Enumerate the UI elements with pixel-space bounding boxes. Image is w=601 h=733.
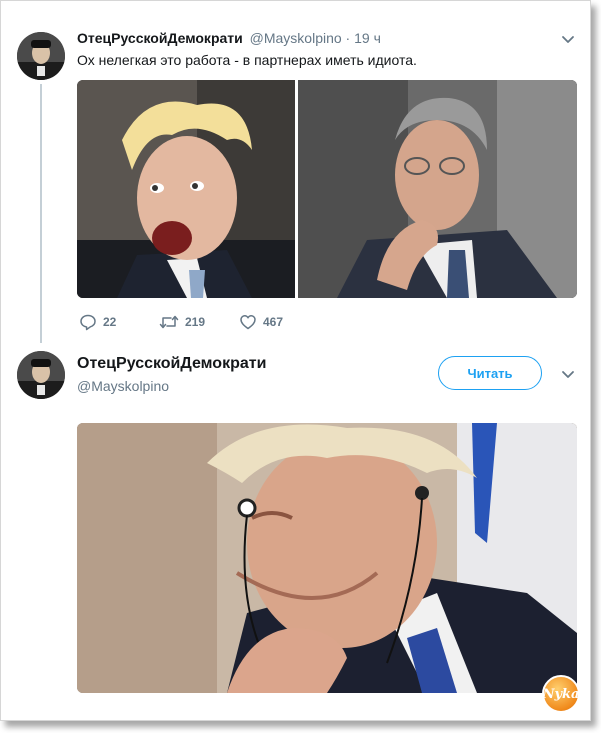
avatar-image	[17, 351, 65, 399]
tweet-header: ОтецРусскойДемократи @Mayskolpino · 19 ч	[77, 30, 381, 46]
retweet-action[interactable]: 219	[159, 313, 205, 331]
avatar[interactable]	[17, 32, 65, 80]
retweet-icon	[159, 315, 179, 329]
tweet-text: Ох нелегкая это работа - в партнерах име…	[77, 52, 417, 68]
thread-line	[40, 84, 42, 343]
tweet-photo	[77, 423, 577, 693]
follow-button[interactable]: Читать	[438, 356, 542, 390]
like-action[interactable]: 467	[239, 313, 283, 331]
retweet-count: 219	[185, 315, 206, 329]
tweet-media[interactable]	[77, 80, 577, 298]
like-icon	[240, 315, 256, 330]
tweet-card: ОтецРусскойДемократи @Mayskolpino · 19 ч…	[0, 0, 591, 721]
display-name[interactable]: ОтецРусскойДемократи	[77, 355, 266, 373]
reply-icon	[80, 314, 96, 331]
tweet-media[interactable]	[77, 423, 577, 693]
reply-action[interactable]: 22	[79, 313, 116, 331]
avatar[interactable]	[17, 351, 65, 399]
tweet-photos	[77, 80, 577, 298]
handle[interactable]: @Mayskolpino	[77, 378, 169, 394]
avatar-image	[17, 32, 65, 80]
reply-count: 22	[103, 315, 117, 329]
watermark-text: Nyka	[542, 686, 580, 702]
display-name[interactable]: ОтецРусскойДемократи	[77, 30, 243, 46]
handle-time[interactable]: @Mayskolpino · 19 ч	[250, 30, 381, 46]
like-count: 467	[263, 315, 284, 329]
chevron-down-icon[interactable]	[559, 30, 577, 48]
chevron-down-icon[interactable]	[559, 365, 577, 383]
watermark-logo: Nyka	[542, 675, 580, 713]
